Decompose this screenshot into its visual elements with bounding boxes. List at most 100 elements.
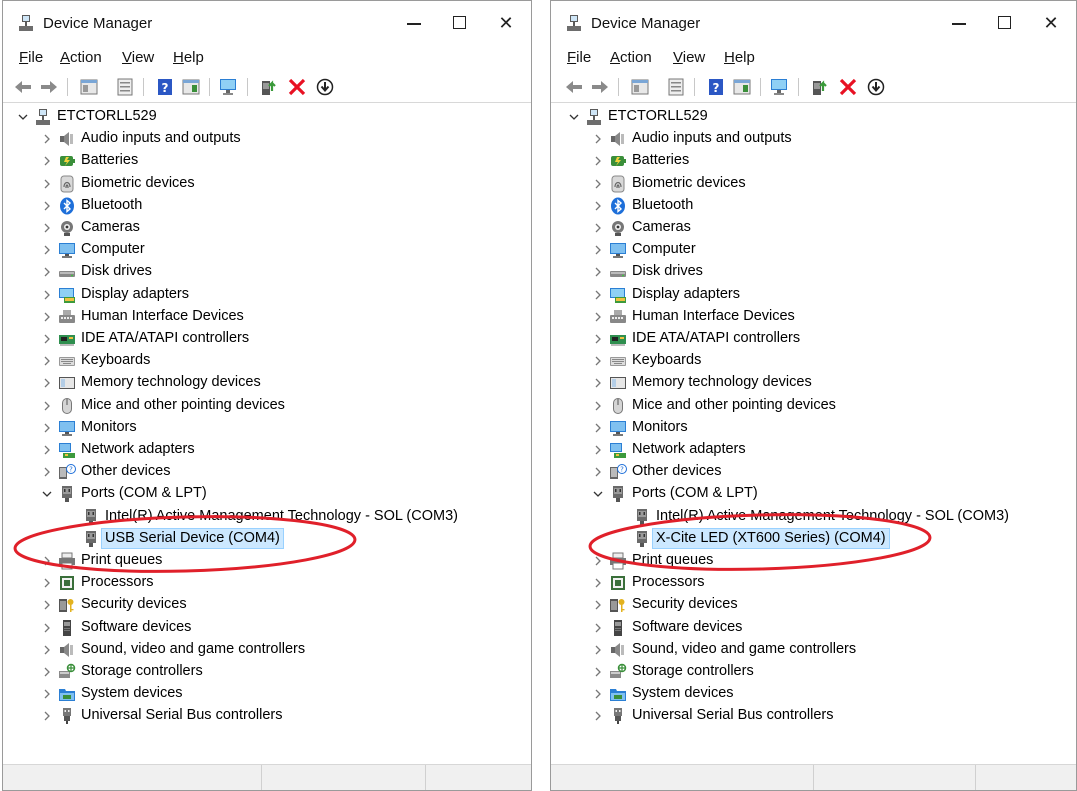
tree-category-item[interactable]: Cameras <box>551 217 1076 239</box>
chevron-right-icon[interactable] <box>592 289 604 301</box>
chevron-right-icon[interactable] <box>41 289 53 301</box>
tree-category-item[interactable]: Software devices <box>551 617 1076 639</box>
chevron-right-icon[interactable] <box>592 666 604 678</box>
chevron-right-icon[interactable] <box>592 244 604 256</box>
tree-category-item[interactable]: Monitors <box>551 417 1076 439</box>
tree-category-item[interactable]: Memory technology devices <box>551 372 1076 394</box>
menu-view[interactable]: View <box>673 49 705 66</box>
chevron-right-icon[interactable] <box>41 178 53 190</box>
tree-category-item[interactable]: Display adapters <box>551 284 1076 306</box>
tree-category-item[interactable]: Software devices <box>3 617 531 639</box>
chevron-right-icon[interactable] <box>592 710 604 722</box>
tree-category-item[interactable]: Batteries <box>551 150 1076 172</box>
tree-category-item[interactable]: Ports (COM & LPT) <box>3 483 531 505</box>
help-icon[interactable]: ? <box>155 77 175 97</box>
update-driver-icon[interactable] <box>810 77 830 97</box>
chevron-right-icon[interactable] <box>41 599 53 611</box>
chevron-right-icon[interactable] <box>41 200 53 212</box>
tree-category-item[interactable]: Cameras <box>3 217 531 239</box>
tree-device-item[interactable]: Intel(R) Active Management Technology - … <box>551 506 1076 528</box>
tree-category-item[interactable]: Processors <box>3 572 531 594</box>
chevron-right-icon[interactable] <box>41 555 53 567</box>
disable-device-icon[interactable] <box>315 77 335 97</box>
tree-category-item[interactable]: Disk drives <box>551 261 1076 283</box>
scan-hardware-icon[interactable] <box>219 77 239 97</box>
menu-action[interactable]: Action <box>610 49 652 66</box>
tree-category-item[interactable]: Monitors <box>3 417 531 439</box>
chevron-right-icon[interactable] <box>41 244 53 256</box>
update-driver-icon[interactable] <box>259 77 279 97</box>
chevron-right-icon[interactable] <box>592 178 604 190</box>
chevron-right-icon[interactable] <box>592 155 604 167</box>
chevron-right-icon[interactable] <box>41 400 53 412</box>
back-arrow-icon[interactable] <box>564 77 584 97</box>
tree-category-item[interactable]: Display adapters <box>3 284 531 306</box>
menu-help[interactable]: Help <box>724 49 755 66</box>
chevron-right-icon[interactable] <box>41 222 53 234</box>
tree-category-item[interactable]: Keyboards <box>551 350 1076 372</box>
scan-hardware-icon[interactable] <box>770 77 790 97</box>
forward-arrow-icon[interactable] <box>590 77 610 97</box>
tree-category-item[interactable]: IDE ATA/ATAPI controllers <box>551 328 1076 350</box>
chevron-right-icon[interactable] <box>592 688 604 700</box>
chevron-right-icon[interactable] <box>41 333 53 345</box>
tree-category-item[interactable]: Sound, video and game controllers <box>3 639 531 661</box>
chevron-right-icon[interactable] <box>592 422 604 434</box>
chevron-right-icon[interactable] <box>41 710 53 722</box>
chevron-right-icon[interactable] <box>41 577 53 589</box>
tree-category-item[interactable]: Audio inputs and outputs <box>551 128 1076 150</box>
chevron-right-icon[interactable] <box>41 377 53 389</box>
tree-category-item[interactable]: Batteries <box>3 150 531 172</box>
tree-category-item[interactable]: Bluetooth <box>551 195 1076 217</box>
disable-device-icon[interactable] <box>866 77 886 97</box>
tree-device-item[interactable]: Intel(R) Active Management Technology - … <box>3 506 531 528</box>
chevron-right-icon[interactable] <box>592 355 604 367</box>
tree-category-item[interactable]: Audio inputs and outputs <box>3 128 531 150</box>
chevron-right-icon[interactable] <box>41 355 53 367</box>
tree-category-item[interactable]: Storage controllers <box>551 661 1076 683</box>
chevron-right-icon[interactable] <box>592 555 604 567</box>
chevron-right-icon[interactable] <box>592 333 604 345</box>
chevron-right-icon[interactable] <box>41 311 53 323</box>
uninstall-device-icon[interactable] <box>838 77 858 97</box>
tree-device-item-selected[interactable]: X-Cite LED (XT600 Series) (COM4) <box>551 528 1076 550</box>
chevron-right-icon[interactable] <box>41 133 53 145</box>
chevron-right-icon[interactable] <box>41 688 53 700</box>
action-view-icon[interactable] <box>181 77 201 97</box>
maximize-button[interactable] <box>437 7 483 39</box>
tree-category-item[interactable]: Security devices <box>3 594 531 616</box>
properties-icon[interactable] <box>666 77 686 97</box>
tree-category-item[interactable]: Memory technology devices <box>3 372 531 394</box>
minimize-button[interactable] <box>936 7 982 39</box>
tree-category-item[interactable]: Human Interface Devices <box>3 306 531 328</box>
tree-category-item[interactable]: System devices <box>551 683 1076 705</box>
chevron-right-icon[interactable] <box>41 666 53 678</box>
tree-category-item[interactable]: Keyboards <box>3 350 531 372</box>
tree-category-item[interactable]: Human Interface Devices <box>551 306 1076 328</box>
menu-action[interactable]: Action <box>60 49 102 66</box>
chevron-right-icon[interactable] <box>592 266 604 278</box>
tree-category-item[interactable]: ? Other devices <box>551 461 1076 483</box>
uninstall-device-icon[interactable] <box>287 77 307 97</box>
tree-category-item[interactable]: Network adapters <box>3 439 531 461</box>
chevron-down-icon[interactable] <box>41 488 53 500</box>
action-view-icon[interactable] <box>732 77 752 97</box>
tree-category-item[interactable]: Sound, video and game controllers <box>551 639 1076 661</box>
tree-category-item[interactable]: Biometric devices <box>3 173 531 195</box>
chevron-right-icon[interactable] <box>592 133 604 145</box>
tree-category-item[interactable]: ? Other devices <box>3 461 531 483</box>
close-button[interactable]: ✕ <box>1028 7 1074 39</box>
tree-category-item[interactable]: Computer <box>3 239 531 261</box>
menu-file[interactable]: File <box>19 49 43 66</box>
tree-root-computer[interactable]: ETCTORLL529 <box>3 106 531 128</box>
chevron-right-icon[interactable] <box>592 377 604 389</box>
chevron-right-icon[interactable] <box>592 644 604 656</box>
tree-category-item[interactable]: Universal Serial Bus controllers <box>551 705 1076 727</box>
maximize-button[interactable] <box>982 7 1028 39</box>
tree-device-item-selected[interactable]: USB Serial Device (COM4) <box>3 528 531 550</box>
title-bar[interactable]: Device Manager ✕ <box>3 1 531 45</box>
chevron-right-icon[interactable] <box>592 200 604 212</box>
forward-arrow-icon[interactable] <box>39 77 59 97</box>
tree-category-item[interactable]: Biometric devices <box>551 173 1076 195</box>
chevron-down-icon[interactable] <box>568 111 580 123</box>
